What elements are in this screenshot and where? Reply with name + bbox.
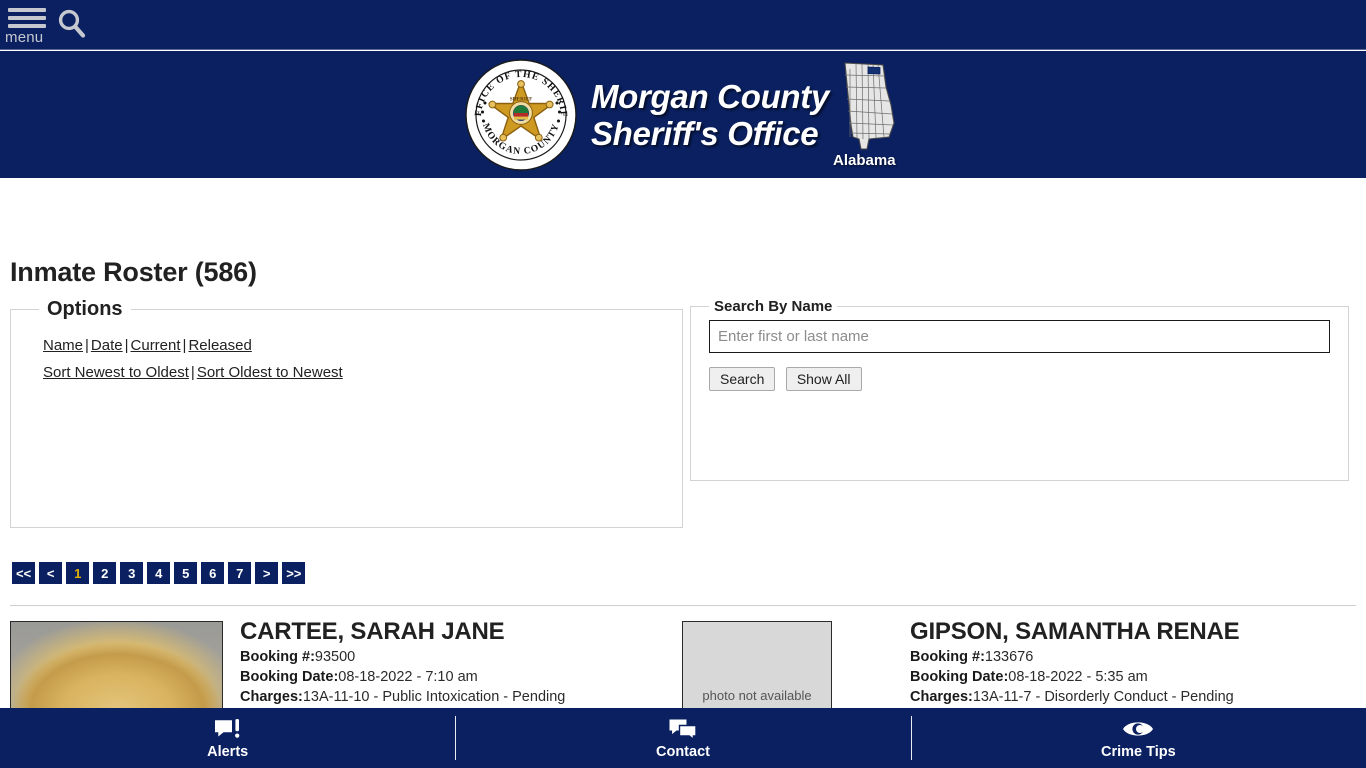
inmate-charges-row: Charges:13A-11-7 - Disorderly Conduct - … bbox=[910, 687, 1239, 707]
booking-number-value: 93500 bbox=[314, 649, 356, 665]
charges-label: Charges: bbox=[910, 689, 973, 705]
chat-bubbles-icon bbox=[668, 717, 698, 741]
link-separator: | bbox=[190, 364, 195, 381]
agency-name: Morgan County Sheriff's Office bbox=[591, 78, 829, 152]
pagination: << < 1 2 3 4 5 6 7 > >> bbox=[12, 562, 306, 584]
bottom-nav-item-crime-tips[interactable]: Crime Tips bbox=[910, 708, 1366, 768]
filter-link-date[interactable]: Date bbox=[91, 337, 123, 354]
alabama-state-map-icon bbox=[844, 61, 895, 150]
charges-value: 13A-11-7 - Disorderly Conduct - Pending bbox=[972, 689, 1234, 705]
pagination-next[interactable]: > bbox=[255, 562, 279, 584]
mugshot-image bbox=[11, 622, 222, 710]
inmate-details: GIPSON, SAMANTHA RENAE Booking #:133676 … bbox=[910, 617, 1240, 707]
bottom-nav-label: Alerts bbox=[207, 743, 249, 760]
pagination-page-5[interactable]: 5 bbox=[174, 562, 198, 584]
booking-number-label: Booking #: bbox=[910, 649, 985, 665]
sheriff-seal-icon: OFFICE OF THE SHERIFF MORGAN COUNTY bbox=[465, 59, 577, 171]
pagination-page-6[interactable]: 6 bbox=[201, 562, 225, 584]
booking-number-value: 133676 bbox=[984, 649, 1034, 665]
bottom-navigation-bar: Alerts Contact Crime Tips bbox=[0, 708, 1366, 768]
bottom-nav-item-alerts[interactable]: Alerts bbox=[0, 708, 455, 768]
agency-name-line2: Sheriff's Office bbox=[590, 114, 819, 152]
search-input[interactable] bbox=[709, 320, 1330, 353]
pagination-page-7[interactable]: 7 bbox=[228, 562, 252, 584]
eye-icon bbox=[1121, 717, 1155, 741]
pagination-page-2[interactable]: 2 bbox=[93, 562, 117, 584]
pagination-prev[interactable]: < bbox=[39, 562, 63, 584]
no-photo-text: photo not available bbox=[702, 688, 812, 703]
bottom-nav-label: Crime Tips bbox=[1100, 743, 1176, 760]
pagination-last[interactable]: >> bbox=[282, 562, 306, 584]
page-title: Inmate Roster (586) bbox=[10, 257, 257, 287]
search-button[interactable]: Search bbox=[709, 367, 776, 391]
top-utility-bar: menu bbox=[0, 0, 1366, 50]
inmate-booking-number-row: Booking #:133676 bbox=[910, 647, 1239, 667]
inmate-booking-date-row: Booking Date:08-18-2022 - 5:35 am bbox=[910, 667, 1239, 687]
inmate-booking-number-row: Booking #:93500 bbox=[240, 647, 565, 667]
filter-links-row: Name | Date | Current | Released bbox=[43, 332, 672, 359]
inmate-name[interactable]: CARTEE, SARAH JANE bbox=[240, 617, 565, 647]
link-separator: | bbox=[124, 337, 129, 354]
search-icon[interactable] bbox=[56, 8, 86, 40]
pagination-page-4[interactable]: 4 bbox=[147, 562, 171, 584]
filter-link-name[interactable]: Name bbox=[43, 337, 83, 354]
options-panel: Options Name | Date | Current | Released Sort … bbox=[10, 298, 683, 528]
booking-number-label: Booking #: bbox=[240, 649, 315, 665]
svg-text:SHERIFF: SHERIFF bbox=[510, 96, 532, 102]
booking-date-label: Booking Date: bbox=[240, 669, 339, 685]
search-button-row: Search Show All bbox=[709, 367, 1338, 391]
sort-links-row: Sort Newest to Oldest | Sort Oldest to New… bbox=[43, 359, 672, 386]
inmate-booking-date-row: Booking Date:08-18-2022 - 7:10 am bbox=[240, 667, 565, 687]
sort-link-oldest-to-newest[interactable]: Sort Oldest to Newest bbox=[197, 364, 343, 381]
show-all-button[interactable]: Show All bbox=[785, 367, 862, 391]
section-divider bbox=[10, 605, 1356, 606]
pagination-page-3[interactable]: 3 bbox=[120, 562, 144, 584]
inmate-details: CARTEE, SARAH JANE Booking #:93500 Booki… bbox=[240, 617, 565, 707]
search-panel: Search By Name Search Show All bbox=[690, 298, 1349, 481]
hamburger-bar bbox=[8, 24, 46, 28]
site-masthead: OFFICE OF THE SHERIFF MORGAN COUNTY bbox=[0, 51, 1366, 178]
booking-date-value: 08-18-2022 - 5:35 am bbox=[1008, 669, 1148, 685]
booking-date-label: Booking Date: bbox=[910, 669, 1009, 685]
filter-link-released[interactable]: Released bbox=[188, 337, 251, 354]
inmate-name[interactable]: GIPSON, SAMANTHA RENAE bbox=[910, 617, 1240, 647]
sort-link-newest-to-oldest[interactable]: Sort Newest to Oldest bbox=[43, 364, 189, 381]
hamburger-bar bbox=[8, 8, 46, 12]
booking-date-value: 08-18-2022 - 7:10 am bbox=[338, 669, 478, 685]
bottom-nav-label: Contact bbox=[656, 743, 710, 760]
hamburger-bar bbox=[8, 16, 46, 20]
link-separator: | bbox=[85, 337, 89, 354]
inmate-photo-placeholder: photo not available bbox=[682, 621, 832, 711]
search-legend: Search By Name bbox=[714, 298, 833, 315]
filter-link-current[interactable]: Current bbox=[131, 337, 181, 354]
menu-label[interactable]: menu bbox=[5, 30, 43, 46]
alert-bubble-icon bbox=[213, 717, 243, 741]
agency-name-line1: Morgan County bbox=[590, 77, 830, 115]
pagination-page-1[interactable]: 1 bbox=[66, 562, 90, 584]
state-label: Alabama bbox=[833, 151, 896, 169]
inmate-photo[interactable] bbox=[10, 621, 223, 711]
charges-value: 13A-11-10 - Public Intoxication - Pendin… bbox=[302, 689, 566, 705]
pagination-first[interactable]: << bbox=[12, 562, 36, 584]
options-legend: Options bbox=[47, 298, 123, 320]
charges-label: Charges: bbox=[240, 689, 303, 705]
inmate-charges-row: Charges:13A-11-10 - Public Intoxication … bbox=[240, 687, 565, 707]
bottom-nav-item-contact[interactable]: Contact bbox=[455, 708, 910, 768]
